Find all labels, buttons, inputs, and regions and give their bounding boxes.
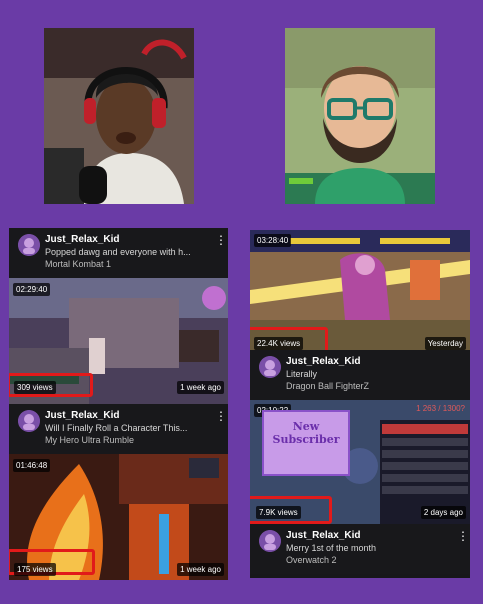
more-options-icon[interactable]: ⋮ [215,234,227,246]
game-name[interactable]: Dragon Ball FighterZ [286,380,462,392]
channel-avatar-icon[interactable] [259,356,281,378]
clip-title[interactable]: Merry 1st of the month [286,542,462,554]
duration-badge: 03:28:40 [254,234,292,247]
game-name[interactable]: My Hero Ultra Rumble [45,434,220,446]
channel-name[interactable]: Just_Relax_Kid [45,410,220,422]
channel-avatar-icon[interactable] [259,530,281,552]
duration-badge: 01:46:48 [13,459,51,472]
duration-badge: 02:29:40 [13,283,51,296]
streamer-webcam-photo [44,28,194,204]
clip-age: 1 week ago [177,381,224,394]
new-subscriber-overlay: New Subscriber [262,410,350,476]
clip-age: 2 days ago [420,506,466,519]
clip-card-header[interactable]: Just_Relax_Kid Will I Finally Roll a Cha… [9,404,228,454]
channel-avatar-icon[interactable] [18,410,40,432]
clip-card-header[interactable]: Just_Relax_Kid Merry 1st of the month Ov… [250,524,470,574]
cartoon-avatar-photo [285,28,435,204]
clip-card-header[interactable]: Just_Relax_Kid Literally Dragon Ball Fig… [250,350,470,400]
counter-text: 1 263 / 1300? [416,404,465,413]
clip-age: Yesterday [424,337,466,350]
clip-thumbnail[interactable]: 02:10:22 1 263 / 1300? New Subscriber 7.… [250,400,470,524]
clip-age: 1 week ago [177,563,224,576]
clip-title[interactable]: Literally [286,368,462,380]
clip-title[interactable]: Popped dawg and everyone with h... [45,246,220,258]
view-count: 175 views [14,563,56,576]
left-column: Just_Relax_Kid Popped dawg and everyone … [9,228,228,580]
view-count: 7.9K views [256,506,301,519]
clip-thumbnail[interactable]: 01:46:48 175 views 1 week ago [9,454,228,580]
more-options-icon[interactable]: ⋮ [457,530,469,542]
channel-name[interactable]: Just_Relax_Kid [45,234,220,246]
view-count: 22.4K views [254,337,304,350]
more-options-icon[interactable]: ⋮ [215,410,227,422]
channel-name[interactable]: Just_Relax_Kid [286,356,462,368]
clip-card-header[interactable]: Just_Relax_Kid Popped dawg and everyone … [9,228,228,278]
view-count: 309 views [14,381,56,394]
game-name[interactable]: Overwatch 2 [286,554,462,566]
clip-title[interactable]: Will I Finally Roll a Character This... [45,422,220,434]
channel-avatar-icon[interactable] [18,234,40,256]
right-column: 03:28:40 22.4K views Yesterday Just_Rela… [250,230,470,578]
game-name[interactable]: Mortal Kombat 1 [45,258,220,270]
clip-thumbnail[interactable]: 03:28:40 22.4K views Yesterday [250,230,470,350]
clip-thumbnail[interactable]: 02:29:40 309 views 1 week ago [9,278,228,404]
channel-name[interactable]: Just_Relax_Kid [286,530,462,542]
